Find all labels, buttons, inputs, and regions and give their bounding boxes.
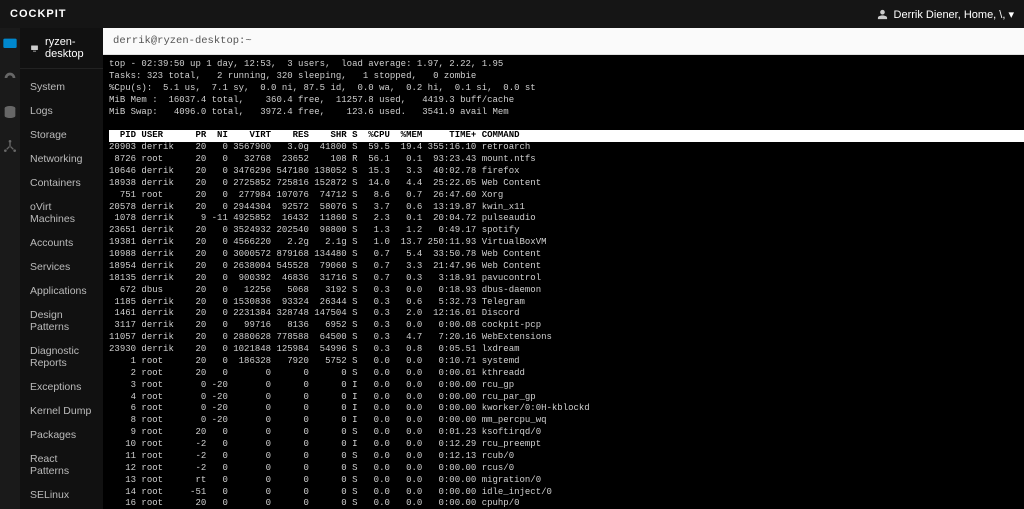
nav-ovirt[interactable]: oVirt Machines (20, 195, 103, 231)
rail-dashboard[interactable] (0, 34, 20, 54)
nav-system[interactable]: System (20, 75, 103, 99)
host-label: ryzen-desktop (45, 36, 93, 60)
database-icon (2, 104, 18, 120)
nav-storage[interactable]: Storage (20, 123, 103, 147)
nav-design-patterns[interactable]: Design Patterns (20, 303, 103, 339)
main-pane: derrik@ryzen-desktop:~ Reset top - 02:39… (103, 28, 1024, 509)
network-icon (2, 138, 18, 154)
brand-logo: COCKPIT (10, 8, 67, 20)
rail-gauge[interactable] (0, 68, 20, 88)
nav-networking[interactable]: Networking (20, 147, 103, 171)
terminal-output[interactable]: top - 02:39:50 up 1 day, 12:53, 3 users,… (103, 55, 1024, 509)
nav-logs[interactable]: Logs (20, 99, 103, 123)
host-icon (30, 42, 39, 55)
user-label: Derrik Diener, Home, \, ▾ (894, 8, 1014, 21)
host-selector[interactable]: ryzen-desktop (20, 28, 103, 69)
gauge-icon (2, 70, 18, 86)
nav-list: System Logs Storage Networking Container… (20, 69, 103, 509)
terminal-prompt: derrik@ryzen-desktop:~ (113, 35, 252, 47)
nav-services[interactable]: Services (20, 255, 103, 279)
rail-storage[interactable] (0, 102, 20, 122)
icon-rail (0, 28, 20, 509)
user-menu[interactable]: Derrik Diener, Home, \, ▾ (877, 8, 1014, 21)
nav-applications[interactable]: Applications (20, 279, 103, 303)
sidebar: ryzen-desktop System Logs Storage Networ… (20, 28, 103, 509)
dashboard-icon (2, 36, 18, 52)
nav-react-patterns[interactable]: React Patterns (20, 447, 103, 483)
nav-accounts[interactable]: Accounts (20, 231, 103, 255)
nav-exceptions[interactable]: Exceptions (20, 375, 103, 399)
shell: ryzen-desktop System Logs Storage Networ… (0, 28, 1024, 509)
process-header-row: PID USER PR NI VIRT RES SHR S %CPU %MEM … (109, 130, 1024, 142)
nav-packages[interactable]: Packages (20, 423, 103, 447)
terminal-header: derrik@ryzen-desktop:~ Reset (103, 28, 1024, 55)
rail-network[interactable] (0, 136, 20, 156)
nav-diagnostic-reports[interactable]: Diagnostic Reports (20, 339, 103, 375)
nav-containers[interactable]: Containers (20, 171, 103, 195)
nav-kernel-dump[interactable]: Kernel Dump (20, 399, 103, 423)
nav-selinux[interactable]: SELinux (20, 483, 103, 507)
top-bar: COCKPIT Derrik Diener, Home, \, ▾ (0, 0, 1024, 28)
user-icon (877, 9, 888, 20)
